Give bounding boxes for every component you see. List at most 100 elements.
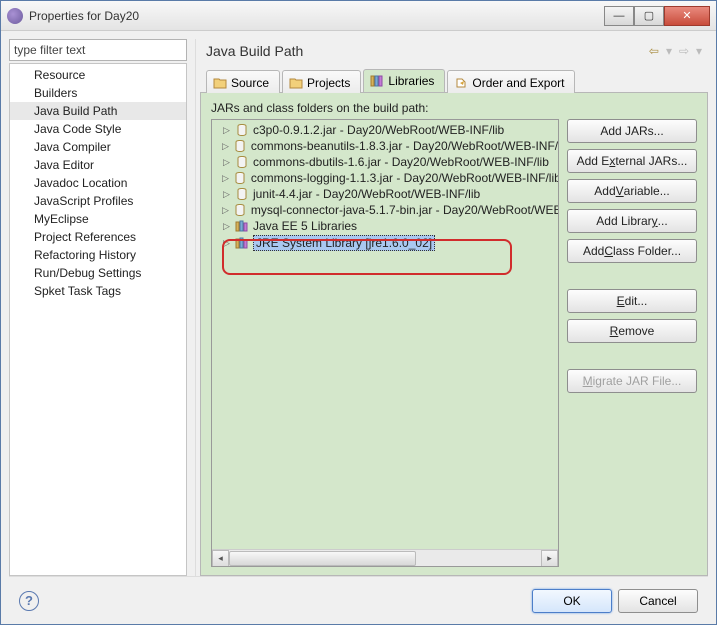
library-icon — [370, 74, 384, 88]
nav-item-myeclipse[interactable]: MyEclipse — [10, 210, 186, 228]
minimize-button[interactable]: — — [604, 6, 634, 26]
tree-item-label: JRE System Library [jre1.6.0_02] — [253, 235, 435, 251]
export-icon — [454, 76, 468, 90]
back-arrow-icon[interactable]: ⇦ — [646, 43, 662, 59]
tree-item[interactable]: ▷ Java EE 5 Libraries — [212, 218, 558, 234]
tree-item[interactable]: ▷commons-dbutils-1.6.jar - Day20/WebRoot… — [212, 154, 558, 170]
migrate-jar-button: Migrate JAR File... — [567, 369, 697, 393]
scroll-right-icon[interactable]: ▸ — [541, 550, 558, 567]
classpath-tree[interactable]: ▷ c3p0-0.9.1.2.jar - Day20/WebRoot/WEB-IN… — [211, 119, 559, 567]
nav-item-java-build-path[interactable]: Java Build Path — [10, 102, 186, 120]
library-icon — [235, 236, 249, 250]
add-variable-button[interactable]: Add Variable... — [567, 179, 697, 203]
expand-icon[interactable]: ▷ — [222, 126, 231, 135]
folder-icon — [213, 76, 227, 90]
edit-button[interactable]: Edit... — [567, 289, 697, 313]
ok-button[interactable]: OK — [532, 589, 612, 613]
nav-item-project-references[interactable]: Project References — [10, 228, 186, 246]
list-row: ▷ c3p0-0.9.1.2.jar - Day20/WebRoot/WEB-IN… — [211, 119, 697, 567]
add-library-button[interactable]: Add Library... — [567, 209, 697, 233]
properties-dialog: Properties for Day20 — ▢ ✕ ResourceBuild… — [0, 0, 717, 625]
horizontal-scrollbar[interactable]: ◂ ▸ — [212, 549, 558, 566]
tree-item-label: commons-beanutils-1.8.3.jar - Day20/WebR… — [251, 139, 559, 153]
nav-item-javadoc-location[interactable]: Javadoc Location — [10, 174, 186, 192]
tab-bar: Source Projects Libraries Order and Export — [200, 69, 708, 93]
forward-arrow-icon[interactable]: ⇨ — [676, 43, 692, 59]
remove-button[interactable]: Remove — [567, 319, 697, 343]
nav-item-builders[interactable]: Builders — [10, 84, 186, 102]
tree-item-label: c3p0-0.9.1.2.jar - Day20/WebRoot/WEB-INF… — [253, 123, 504, 137]
filter-input[interactable] — [9, 39, 187, 61]
jar-icon — [233, 139, 247, 153]
scroll-left-icon[interactable]: ◂ — [212, 550, 229, 567]
tree-item-label: mysql-connector-java-5.1.7-bin.jar - Day… — [251, 203, 559, 217]
window-title: Properties for Day20 — [29, 9, 604, 23]
expand-icon[interactable]: ▷ — [222, 158, 231, 167]
help-icon[interactable]: ? — [19, 591, 39, 611]
tree-item[interactable]: ▷ c3p0-0.9.1.2.jar - Day20/WebRoot/WEB-IN… — [212, 122, 558, 138]
tree-item-label: Java EE 5 Libraries — [253, 219, 357, 233]
jar-icon — [235, 187, 249, 201]
jar-icon — [233, 171, 247, 185]
tab-label: Projects — [307, 76, 350, 90]
button-gap — [567, 269, 697, 283]
expand-icon[interactable]: ▷ — [222, 206, 229, 215]
nav-item-refactoring-history[interactable]: Refactoring History — [10, 246, 186, 264]
cancel-button[interactable]: Cancel — [618, 589, 698, 613]
tab-label: Source — [231, 76, 269, 90]
tree-item[interactable]: ▷ junit-4.4.jar - Day20/WebRoot/WEB-INF/l… — [212, 186, 558, 202]
tree-item[interactable]: ▷ commons-beanutils-1.8.3.jar - Day20/Web… — [212, 138, 558, 154]
nav-item-javascript-profiles[interactable]: JavaScript Profiles — [10, 192, 186, 210]
nav-item-run-debug-settings[interactable]: Run/Debug Settings — [10, 264, 186, 282]
jar-icon — [235, 123, 249, 137]
nav-item-java-editor[interactable]: Java Editor — [10, 156, 186, 174]
nav-item-java-code-style[interactable]: Java Code Style — [10, 120, 186, 138]
page-header: Java Build Path ⇦ ▾ ⇨ ▾ — [200, 39, 708, 69]
list-label: JARs and class folders on the build path… — [211, 101, 697, 115]
arrow-separator: ▾ — [666, 44, 672, 58]
tree-item[interactable]: ▷ JRE System Library [jre1.6.0_02] — [212, 234, 558, 252]
add-class-folder-button[interactable]: Add Class Folder... — [567, 239, 697, 263]
expand-icon[interactable]: ▷ — [222, 174, 229, 183]
tab-projects[interactable]: Projects — [282, 70, 361, 93]
expand-icon[interactable]: ▷ — [222, 222, 231, 231]
nav-item-java-compiler[interactable]: Java Compiler — [10, 138, 186, 156]
libraries-tab-page: JARs and class folders on the build path… — [200, 93, 708, 576]
tab-libraries[interactable]: Libraries — [363, 69, 445, 92]
tree-item[interactable]: ▷ mysql-connector-java-5.1.7-bin.jar - Da… — [212, 202, 558, 218]
scroll-thumb[interactable] — [229, 551, 416, 566]
tab-source[interactable]: Source — [206, 70, 280, 93]
nav-item-spket-task-tags[interactable]: Spket Task Tags — [10, 282, 186, 300]
jar-icon — [233, 203, 247, 217]
tree-item-label: junit-4.4.jar - Day20/WebRoot/WEB-INF/li… — [253, 187, 480, 201]
tree-item-label: commons-logging-1.1.3.jar - Day20/WebRoo… — [251, 171, 559, 185]
left-column: ResourceBuildersJava Build PathJava Code… — [9, 39, 187, 576]
tree-item[interactable]: ▷ commons-logging-1.1.3.jar - Day20/WebRo… — [212, 170, 558, 186]
jar-icon — [235, 155, 249, 169]
add-external-jars-button[interactable]: Add External JARs... — [567, 149, 697, 173]
arrow-separator: ▾ — [696, 44, 702, 58]
category-tree[interactable]: ResourceBuildersJava Build PathJava Code… — [9, 63, 187, 576]
right-column: Java Build Path ⇦ ▾ ⇨ ▾ Source Projects Li… — [195, 39, 708, 576]
close-button[interactable]: ✕ — [664, 6, 710, 26]
expand-icon[interactable]: ▷ — [222, 239, 231, 248]
button-column: Add JARs... Add External JARs... Add Var… — [567, 119, 697, 567]
titlebar[interactable]: Properties for Day20 — ▢ ✕ — [1, 1, 716, 31]
library-icon — [235, 219, 249, 233]
window-buttons: — ▢ ✕ — [604, 6, 710, 26]
tab-label: Order and Export — [472, 76, 564, 90]
page-nav-arrows: ⇦ ▾ ⇨ ▾ — [646, 43, 702, 59]
expand-icon[interactable]: ▷ — [222, 190, 231, 199]
maximize-button[interactable]: ▢ — [634, 6, 664, 26]
page-title: Java Build Path — [206, 43, 646, 59]
main-row: ResourceBuildersJava Build PathJava Code… — [9, 39, 708, 576]
add-jars-button[interactable]: Add JARs... — [567, 119, 697, 143]
scroll-track[interactable] — [229, 550, 541, 567]
dialog-content: ResourceBuildersJava Build PathJava Code… — [1, 31, 716, 624]
tab-order-and-export[interactable]: Order and Export — [447, 70, 575, 93]
tab-label: Libraries — [388, 74, 434, 88]
expand-icon[interactable]: ▷ — [222, 142, 229, 151]
eclipse-icon — [7, 8, 23, 24]
button-gap — [567, 349, 697, 363]
nav-item-resource[interactable]: Resource — [10, 66, 186, 84]
